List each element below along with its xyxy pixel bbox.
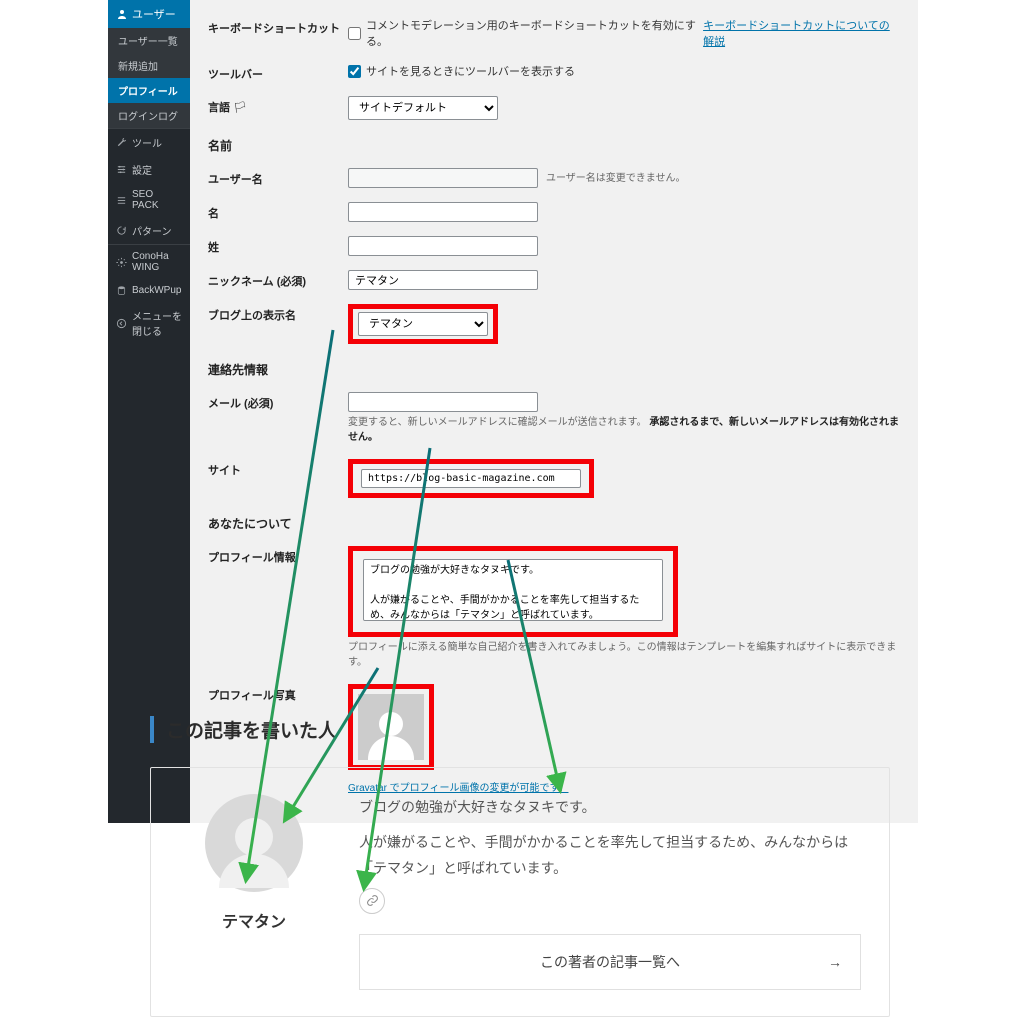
author-posts-button[interactable]: この著者の記事一覧へ → xyxy=(359,934,861,991)
user-icon xyxy=(116,8,128,20)
author-avatar xyxy=(205,794,303,892)
nickname-input[interactable] xyxy=(348,270,538,290)
author-website-icon[interactable] xyxy=(359,888,385,914)
wp-admin-panel: ユーザー ユーザー一覧 新規追加 プロフィール ログインログ ツール 設定 SE… xyxy=(108,0,918,823)
username-label: ユーザー名 xyxy=(208,168,348,187)
displayname-highlight: テマタン xyxy=(348,304,498,344)
arrow-right-icon: → xyxy=(828,949,842,976)
sidebar-sub-profile[interactable]: プロフィール xyxy=(108,78,190,103)
author-bio-line2: 人が嫌がることや、手間がかかることを率先して担当するため、みんなからは「テマタン… xyxy=(359,829,861,882)
kb-shortcut-label: キーボードショートカット xyxy=(208,17,348,36)
website-highlight xyxy=(348,459,594,498)
collapse-icon xyxy=(116,318,127,329)
website-input[interactable] xyxy=(361,469,581,488)
kb-shortcut-text: コメントモデレーション用のキーボードショートカットを有効にする。 xyxy=(366,17,698,49)
website-label: サイト xyxy=(208,459,348,478)
sidebar-item-collapse[interactable]: メニューを閉じる xyxy=(108,302,190,344)
username-note: ユーザー名は変更できません。 xyxy=(546,171,686,186)
email-input[interactable] xyxy=(348,392,538,412)
email-note: 変更すると、新しいメールアドレスに確認メールが送信されます。 承認されるまで、新… xyxy=(348,415,900,445)
sliders-icon xyxy=(116,164,127,175)
firstname-input[interactable] xyxy=(348,202,538,222)
contact-heading: 連絡先情報 xyxy=(208,358,348,378)
toolbar-checkbox[interactable] xyxy=(348,65,361,78)
author-card: テマタン ブログの勉強が大好きなタヌキです。 人が嫌がることや、手間がかかること… xyxy=(150,767,890,1017)
bio-note: プロフィールに添える簡単な自己紹介を書き入れてみましょう。この情報はテンプレート… xyxy=(348,640,900,670)
nickname-label: ニックネーム (必須) xyxy=(208,270,348,289)
wrench-icon xyxy=(116,137,127,148)
username-input xyxy=(348,168,538,188)
preview-heading: この記事を書いた人 xyxy=(150,716,890,743)
about-heading: あなたについて xyxy=(208,512,348,532)
link-icon xyxy=(366,894,379,907)
gear-icon xyxy=(116,257,127,268)
bio-label: プロフィール情報 xyxy=(208,546,348,565)
email-label: メール (必須) xyxy=(208,392,348,411)
lastname-label: 姓 xyxy=(208,236,348,255)
sidebar-sub-add[interactable]: 新規追加 xyxy=(108,53,190,78)
displayname-label: ブログ上の表示名 xyxy=(208,304,348,323)
toolbar-text: サイトを見るときにツールバーを表示する xyxy=(366,63,575,79)
sidebar-item-seopack[interactable]: SEO PACK xyxy=(108,183,190,217)
bio-highlight xyxy=(348,546,678,637)
firstname-label: 名 xyxy=(208,202,348,221)
database-icon xyxy=(116,285,127,296)
profile-form: キーボードショートカット コメントモデレーション用のキーボードショートカットを有… xyxy=(190,0,918,823)
kb-shortcut-checkbox[interactable] xyxy=(348,27,361,40)
sidebar-item-backwpup[interactable]: BackWPup xyxy=(108,279,190,302)
photo-label: プロフィール写真 xyxy=(208,684,348,703)
toolbar-label: ツールバー xyxy=(208,63,348,82)
sidebar-item-tools[interactable]: ツール xyxy=(108,128,190,156)
lastname-input[interactable] xyxy=(348,236,538,256)
sidebar-header-users[interactable]: ユーザー xyxy=(108,0,190,28)
refresh-icon xyxy=(116,225,127,236)
language-select[interactable]: サイトデフォルト xyxy=(348,96,498,120)
language-label: 言語 🏳 xyxy=(208,96,348,115)
sidebar-item-settings[interactable]: 設定 xyxy=(108,156,190,183)
name-heading: 名前 xyxy=(208,134,348,154)
sidebar-sub-loginlog[interactable]: ログインログ xyxy=(108,103,190,128)
author-box-preview: この記事を書いた人 テマタン ブログの勉強が大好きなタヌキです。 人が嫌がること… xyxy=(150,716,890,1017)
sidebar-item-conoha[interactable]: ConoHa WING xyxy=(108,244,190,279)
sidebar-sub-users[interactable]: ユーザー一覧 xyxy=(108,28,190,53)
author-name: テマタン xyxy=(179,908,329,932)
author-bio-line1: ブログの勉強が大好きなタヌキです。 xyxy=(359,794,861,821)
sidebar-item-pattern[interactable]: パターン xyxy=(108,217,190,244)
list-icon xyxy=(116,195,127,206)
displayname-select[interactable]: テマタン xyxy=(358,312,488,336)
admin-sidebar: ユーザー ユーザー一覧 新規追加 プロフィール ログインログ ツール 設定 SE… xyxy=(108,0,190,823)
kb-shortcut-help-link[interactable]: キーボードショートカットについての解説 xyxy=(703,17,900,49)
bio-textarea[interactable] xyxy=(363,559,663,621)
sidebar-header-label: ユーザー xyxy=(132,6,176,22)
